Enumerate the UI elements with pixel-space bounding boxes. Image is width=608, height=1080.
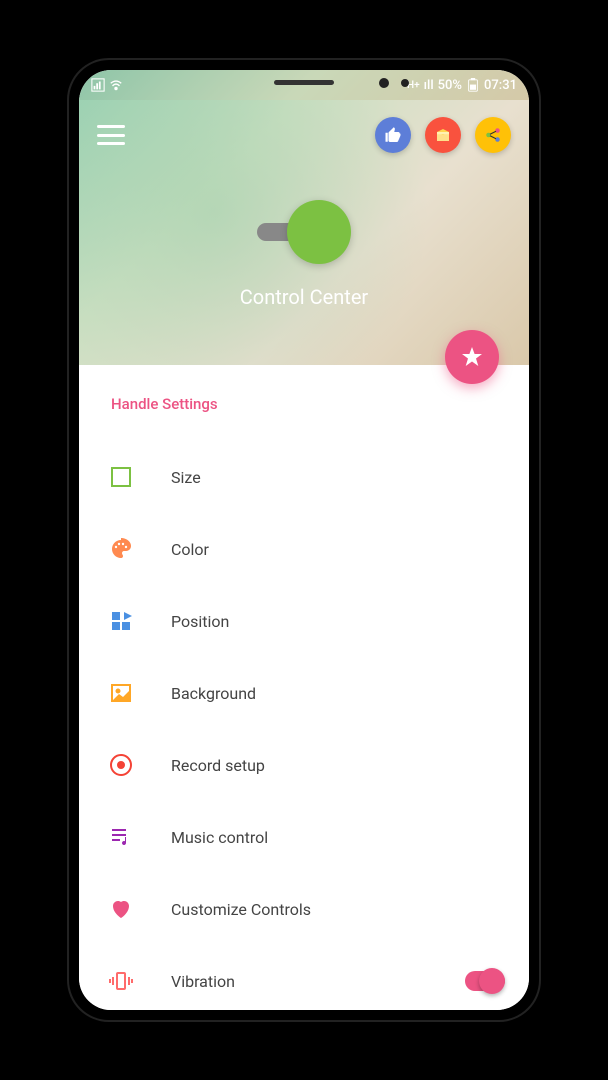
setting-size[interactable]: Size xyxy=(103,441,505,513)
like-button[interactable] xyxy=(375,117,411,153)
gift-button[interactable] xyxy=(425,117,461,153)
palette-icon xyxy=(107,535,135,563)
setting-label: Record setup xyxy=(171,756,505,775)
vibration-toggle[interactable] xyxy=(465,971,505,991)
record-icon xyxy=(107,751,135,779)
image-icon xyxy=(107,679,135,707)
setting-record[interactable]: Record setup xyxy=(103,729,505,801)
top-bar xyxy=(79,110,529,160)
top-actions xyxy=(375,117,511,153)
settings-panel: Handle Settings Size Color xyxy=(79,365,529,1010)
size-icon xyxy=(107,463,135,491)
setting-customize[interactable]: Customize Controls xyxy=(103,873,505,945)
speaker xyxy=(274,80,334,85)
sensor xyxy=(401,79,409,87)
setting-background[interactable]: Background xyxy=(103,657,505,729)
setting-color[interactable]: Color xyxy=(103,513,505,585)
heart-icon xyxy=(107,895,135,923)
star-icon xyxy=(460,345,484,369)
setting-label: Customize Controls xyxy=(171,900,505,919)
notch-area xyxy=(79,70,529,108)
position-icon xyxy=(107,607,135,635)
setting-label: Background xyxy=(171,684,505,703)
setting-label: Vibration xyxy=(171,972,465,991)
share-button[interactable] xyxy=(475,117,511,153)
setting-label: Size xyxy=(171,468,505,487)
page-title: Control Center xyxy=(79,285,529,309)
gift-icon xyxy=(434,126,452,144)
setting-label: Color xyxy=(171,540,505,559)
phone-frame: H+ ıll 50% 07:31 xyxy=(69,60,539,1020)
screen: H+ ıll 50% 07:31 xyxy=(79,70,529,1010)
front-camera xyxy=(379,78,389,88)
favorite-fab[interactable] xyxy=(445,330,499,384)
menu-button[interactable] xyxy=(97,125,125,145)
setting-position[interactable]: Position xyxy=(103,585,505,657)
setting-label: Position xyxy=(171,612,505,631)
setting-label: Music control xyxy=(171,828,505,847)
phone-bezel: H+ ıll 50% 07:31 xyxy=(79,70,529,1010)
setting-vibration[interactable]: Vibration xyxy=(103,945,505,1010)
toggle-knob xyxy=(287,200,351,264)
section-title: Handle Settings xyxy=(103,395,505,413)
thumbs-up-icon xyxy=(384,126,402,144)
share-icon xyxy=(484,126,502,144)
music-icon xyxy=(107,823,135,851)
main-toggle[interactable] xyxy=(257,200,351,264)
vibration-icon xyxy=(107,967,135,995)
setting-music[interactable]: Music control xyxy=(103,801,505,873)
